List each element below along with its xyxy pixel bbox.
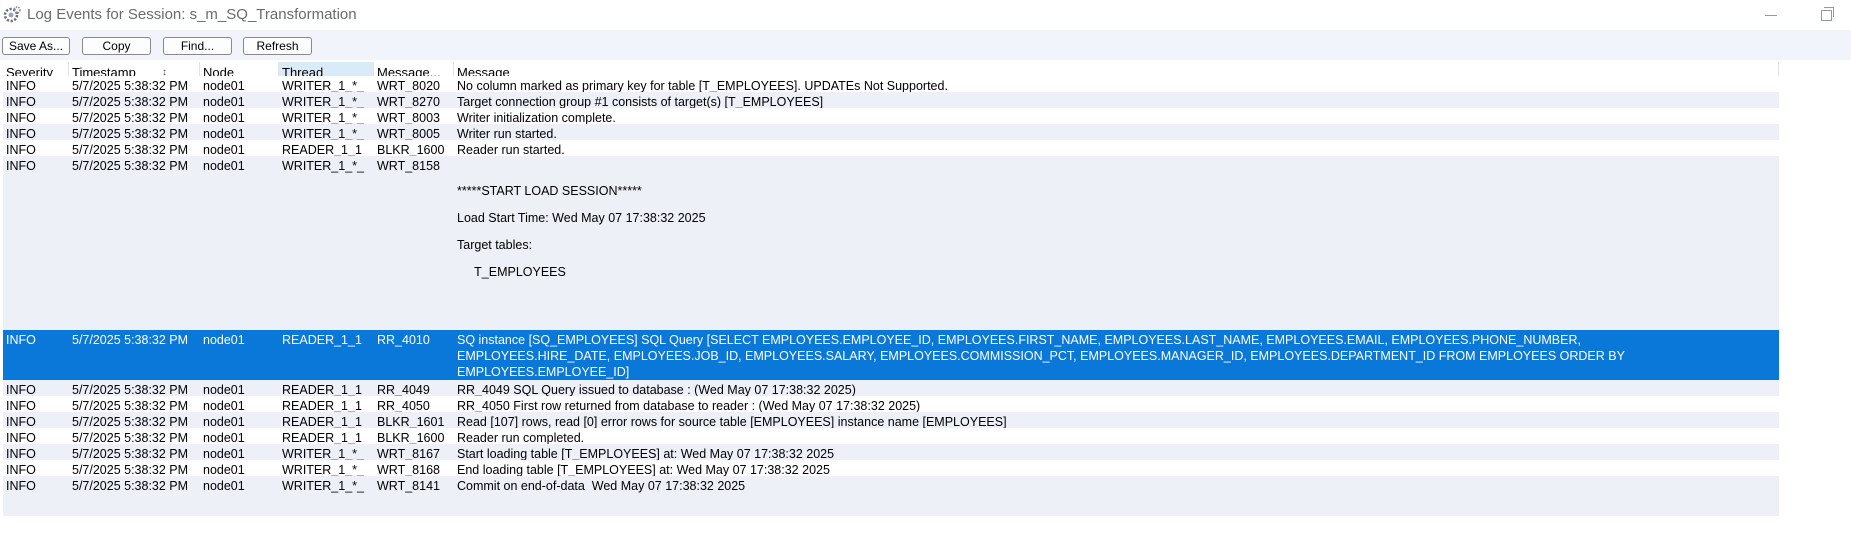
table-row[interactable]: INFO 5/7/2025 5:38:32 PM node01 WRITER_1_*_… (3, 156, 1779, 332)
find-button[interactable]: Find... (163, 37, 232, 55)
node-cell: node01 (203, 479, 245, 493)
message-line: Load Start Time: Wed May 07 17:38:32 202… (457, 211, 706, 225)
message-line: Target tables: (457, 238, 533, 252)
message-line: T_EMPLOYEES (457, 265, 566, 279)
message-line (457, 199, 1777, 213)
minimize-icon (1765, 14, 1777, 16)
thread-cell: READER_1_1 (282, 333, 362, 347)
toolbar: Save As... Copy Find... Refresh (0, 30, 1851, 60)
message-line (457, 293, 1777, 307)
minimize-button[interactable] (1748, 0, 1794, 30)
restore-icon (1820, 6, 1834, 21)
message-line: SQ instance [SQ_EMPLOYEES] SQL Query [SE… (457, 333, 1581, 347)
message-line: *****START LOAD SESSION***** (457, 184, 642, 198)
timestamp-cell: 5/7/2025 5:38:32 PM (72, 159, 189, 173)
thread-cell: WRITER_1_*_ (282, 159, 364, 173)
message-line: EMPLOYEES.HIRE_DATE, EMPLOYEES.JOB_ID, E… (457, 349, 1625, 363)
table-row[interactable]: INFO 5/7/2025 5:38:32 PM node01 READER_1_1 R… (3, 330, 1779, 382)
message-code-cell: WRT_8141 (377, 479, 440, 493)
timestamp-cell: 5/7/2025 5:38:32 PM (72, 479, 189, 493)
message-cell: SQ instance [SQ_EMPLOYEES] SQL Query [SE… (457, 332, 1777, 380)
node-cell: node01 (203, 159, 245, 173)
message-line (457, 172, 1777, 186)
timestamp-cell: 5/7/2025 5:38:32 PM (72, 333, 189, 347)
save-as-button[interactable]: Save As... (2, 37, 70, 55)
message-line: Commit on end-of-data Wed May 07 17:38:3… (457, 479, 746, 493)
restore-button[interactable] (1803, 0, 1849, 30)
message-cell: *****START LOAD SESSION***** Load Start T… (457, 158, 1777, 307)
title-bar: Log Events for Session: s_m_SQ_Transform… (0, 0, 1851, 30)
copy-button[interactable]: Copy (82, 37, 151, 55)
severity-cell: INFO (6, 333, 36, 347)
severity-cell: INFO (6, 159, 36, 173)
message-line (457, 280, 1777, 294)
window-title: Log Events for Session: s_m_SQ_Transform… (27, 6, 357, 23)
node-cell: node01 (203, 333, 245, 347)
app-gear-icon (3, 6, 21, 23)
refresh-button[interactable]: Refresh (243, 37, 312, 55)
table-row[interactable]: INFO 5/7/2025 5:38:32 PM node01 WRITER_1_*_… (3, 476, 1779, 516)
severity-cell: INFO (6, 479, 36, 493)
thread-cell: WRITER_1_*_ (282, 479, 364, 493)
log-events-grid: Severity Timestamp ↕ Node Thread Message.… (3, 62, 1779, 516)
message-line: EMPLOYEES.EMPLOYEE_ID] (457, 365, 630, 379)
message-code-cell: WRT_8158 (377, 159, 440, 173)
message-line (457, 158, 1777, 172)
message-code-cell: RR_4010 (377, 333, 430, 347)
message-line (457, 226, 1777, 240)
message-line (457, 253, 1777, 267)
message-cell: Commit on end-of-data Wed May 07 17:38:3… (457, 478, 1777, 494)
